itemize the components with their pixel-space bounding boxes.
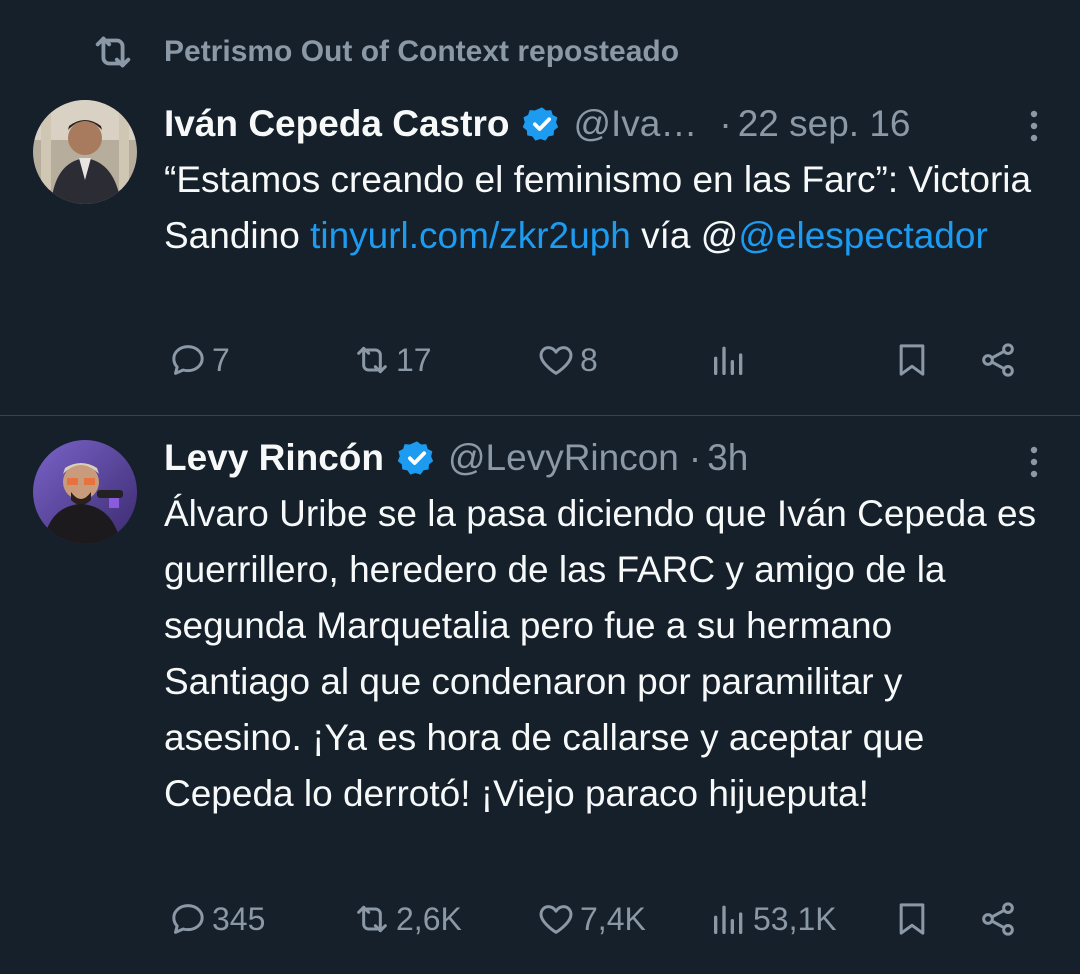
repost-label: Petrismo Out of Context reposteado [164, 35, 680, 68]
tweet[interactable]: Levy Rincón @LevyRincon · 3h Álvaro Urib… [0, 416, 1080, 974]
verified-badge-icon [398, 441, 434, 475]
avatar[interactable] [33, 440, 137, 544]
share-button[interactable] [978, 894, 1022, 944]
separator-dot: · [688, 437, 702, 478]
views-icon [714, 346, 743, 375]
like-button[interactable]: 7,4K [536, 894, 646, 944]
bookmark-button[interactable] [892, 335, 936, 385]
views-button[interactable] [709, 335, 753, 385]
repost-context[interactable]: Petrismo Out of Context reposteado [90, 28, 679, 76]
reply-icon [172, 345, 204, 375]
heart-icon [539, 346, 573, 375]
more-options-icon[interactable] [1028, 442, 1040, 482]
repost-icon [357, 346, 387, 374]
tweet-link[interactable]: tinyurl.com/zkr2uph [310, 215, 631, 256]
repost-icon [95, 36, 131, 68]
views-icon [714, 905, 743, 934]
verified-badge-icon [523, 107, 559, 141]
author-handle[interactable]: @LevyRincon [448, 437, 679, 479]
like-button[interactable]: 8 [536, 335, 598, 385]
repost-button[interactable]: 17 [352, 335, 432, 385]
avatar[interactable] [33, 100, 137, 204]
reply-icon [172, 904, 204, 934]
mention-link[interactable]: @elespectador [738, 215, 987, 256]
timestamp[interactable]: 3h [707, 437, 748, 479]
author-name[interactable]: Iván Cepeda Castro [164, 103, 509, 145]
share-icon [982, 902, 1014, 936]
share-icon [982, 343, 1014, 377]
tweet-text: “Estamos creando el feminismo en las Far… [164, 159, 1032, 256]
action-bar: 7 17 8 [164, 335, 1044, 385]
repost-button[interactable]: 2,6K [352, 894, 462, 944]
bookmark-button[interactable] [892, 894, 936, 944]
repost-icon [357, 905, 387, 933]
tweet-text: Álvaro Uribe se la pasa diciendo que Ivá… [164, 493, 1037, 814]
action-bar: 345 2,6K 7,4K 53,1K [164, 894, 1044, 944]
bookmark-icon [899, 344, 925, 376]
separator-dot: · [719, 103, 732, 144]
author-name[interactable]: Levy Rincón [164, 437, 384, 479]
timestamp[interactable]: 22 sep. 16 [738, 103, 911, 145]
share-button[interactable] [978, 335, 1022, 385]
reply-button[interactable]: 7 [168, 335, 230, 385]
views-button[interactable]: 53,1K [709, 894, 837, 944]
reply-button[interactable]: 345 [168, 894, 265, 944]
more-options-icon[interactable] [1028, 106, 1040, 146]
heart-icon [539, 905, 573, 934]
tweet[interactable]: Iván Cepeda Castro @Iva… · 22 sep. 16 “E… [0, 90, 1080, 415]
bookmark-icon [899, 903, 925, 935]
author-handle[interactable]: @Iva… [573, 103, 697, 145]
